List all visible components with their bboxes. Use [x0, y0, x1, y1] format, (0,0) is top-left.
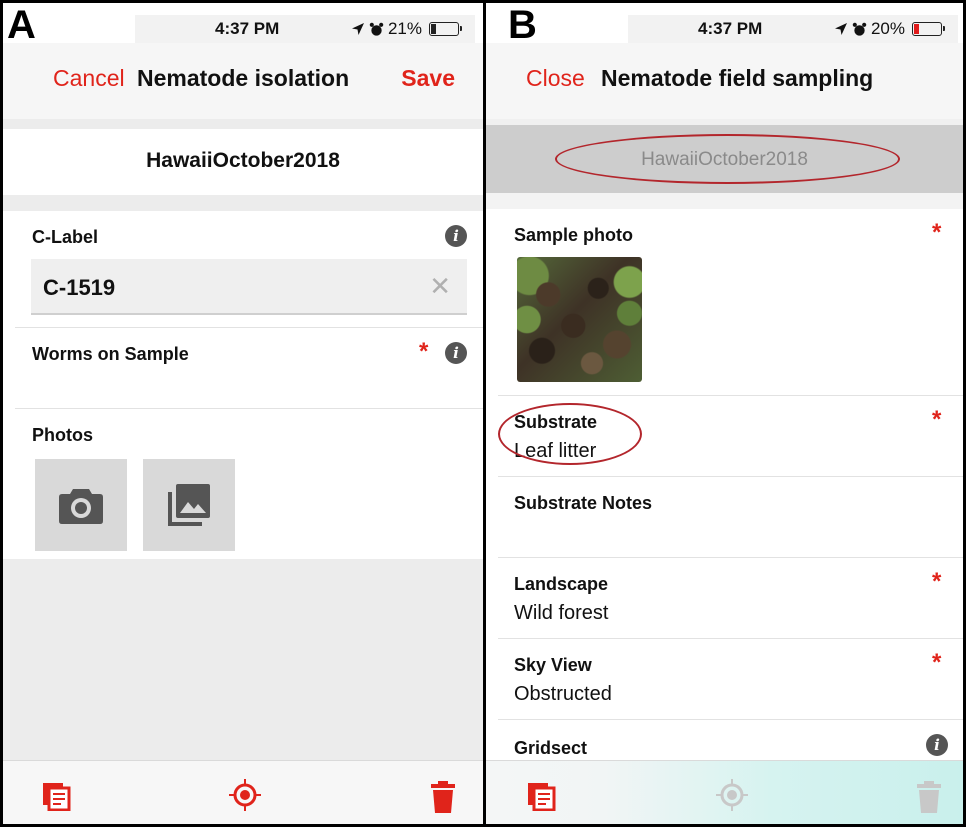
panel-letter: B [508, 3, 537, 47]
clabel-field: C-Label i C-1519 ✕ [3, 211, 483, 327]
trash-icon[interactable] [430, 781, 456, 813]
field-value: Wild forest [514, 602, 609, 624]
clear-icon[interactable]: ✕ [429, 271, 451, 302]
info-icon[interactable]: i [445, 225, 467, 247]
copy-icon[interactable] [41, 781, 71, 811]
cancel-button[interactable]: Cancel [53, 65, 125, 92]
required-marker: * [932, 568, 942, 595]
field-value: Obstructed [514, 683, 612, 705]
battery-percent: 21% [387, 19, 422, 38]
worms-field[interactable]: Worms on Sample * i [3, 328, 483, 408]
gallery-button[interactable] [143, 459, 235, 551]
section-spacer [3, 195, 483, 211]
field-label: Worms on Sample [32, 344, 189, 364]
sky-view-field[interactable]: Sky View Obstructed * [486, 639, 963, 719]
clabel-value: C-1519 [43, 275, 116, 300]
field-label: C-Label [32, 227, 99, 247]
project-row: HawaiiOctober2018 [3, 129, 483, 195]
field-label: Gridsect [514, 738, 588, 758]
bottom-toolbar [3, 760, 483, 824]
gallery-icon [168, 484, 210, 526]
camera-icon [59, 489, 103, 524]
field-label: Landscape [514, 574, 609, 594]
alarm-icon [852, 22, 867, 36]
battery-icon [429, 22, 462, 36]
info-icon[interactable]: i [926, 734, 948, 756]
info-icon[interactable]: i [445, 342, 467, 364]
panel-a: Cancel Nematode isolation Save 4:37 PM 2… [3, 3, 483, 824]
bottom-toolbar [486, 760, 963, 824]
required-marker: * [932, 649, 942, 676]
location-target-icon[interactable] [229, 779, 261, 811]
photos-field: Photos [3, 409, 483, 559]
required-marker: * [932, 219, 942, 246]
location-arrow-icon [351, 23, 364, 35]
status-bar: 4:37 PM 21% [135, 15, 475, 43]
status-time: 4:37 PM [698, 19, 763, 38]
project-name: HawaiiOctober2018 [146, 149, 340, 172]
nav-bar: Close Nematode field sampling [486, 43, 963, 119]
status-bar: 4:37 PM 20% [628, 15, 958, 43]
sample-photo-thumbnail[interactable] [517, 257, 642, 382]
highlight-circle [498, 403, 642, 465]
field-label: Sample photo [514, 225, 634, 245]
panel-letter: A [7, 3, 36, 47]
page-title: Nematode field sampling [601, 65, 874, 91]
save-button[interactable]: Save [401, 65, 455, 92]
field-label: Sky View [514, 655, 592, 675]
required-marker: * [419, 338, 429, 365]
alarm-icon [369, 22, 384, 36]
field-label: Photos [32, 425, 93, 445]
empty-area [3, 559, 483, 760]
camera-button[interactable] [35, 459, 127, 551]
location-arrow-icon [834, 23, 847, 35]
copy-icon[interactable] [526, 781, 556, 811]
panel-b: Close Nematode field sampling 4:37 PM 20… [486, 3, 963, 824]
nav-bar: Cancel Nematode isolation Save [3, 43, 483, 119]
sample-photo-field: Sample photo * [486, 209, 963, 395]
location-target-icon[interactable] [716, 779, 748, 811]
required-marker: * [932, 406, 942, 433]
battery-percent: 20% [870, 19, 905, 38]
landscape-field[interactable]: Landscape Wild forest * [486, 558, 963, 638]
battery-icon [912, 22, 945, 36]
gridsect-field[interactable]: Gridsect i [486, 720, 963, 760]
field-label: Substrate Notes [514, 493, 653, 513]
section-spacer [3, 119, 483, 129]
status-time: 4:37 PM [215, 19, 280, 38]
clabel-input[interactable]: C-1519 ✕ [31, 259, 467, 315]
highlight-circle [555, 134, 900, 184]
page-title: Nematode isolation [137, 65, 350, 91]
trash-icon[interactable] [916, 781, 942, 813]
substrate-notes-field[interactable]: Substrate Notes [486, 477, 963, 557]
close-button[interactable]: Close [526, 65, 585, 92]
